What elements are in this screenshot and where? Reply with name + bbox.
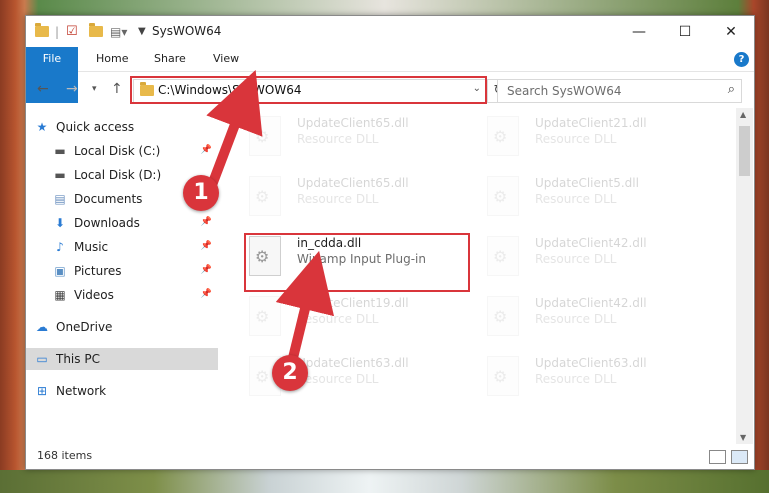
step-badge-2: 2 bbox=[272, 355, 308, 391]
step-badge-1: 1 bbox=[183, 175, 219, 211]
arrow-2 bbox=[275, 250, 335, 364]
annotation-arrows bbox=[206, 69, 335, 364]
arrow-1 bbox=[206, 69, 263, 187]
